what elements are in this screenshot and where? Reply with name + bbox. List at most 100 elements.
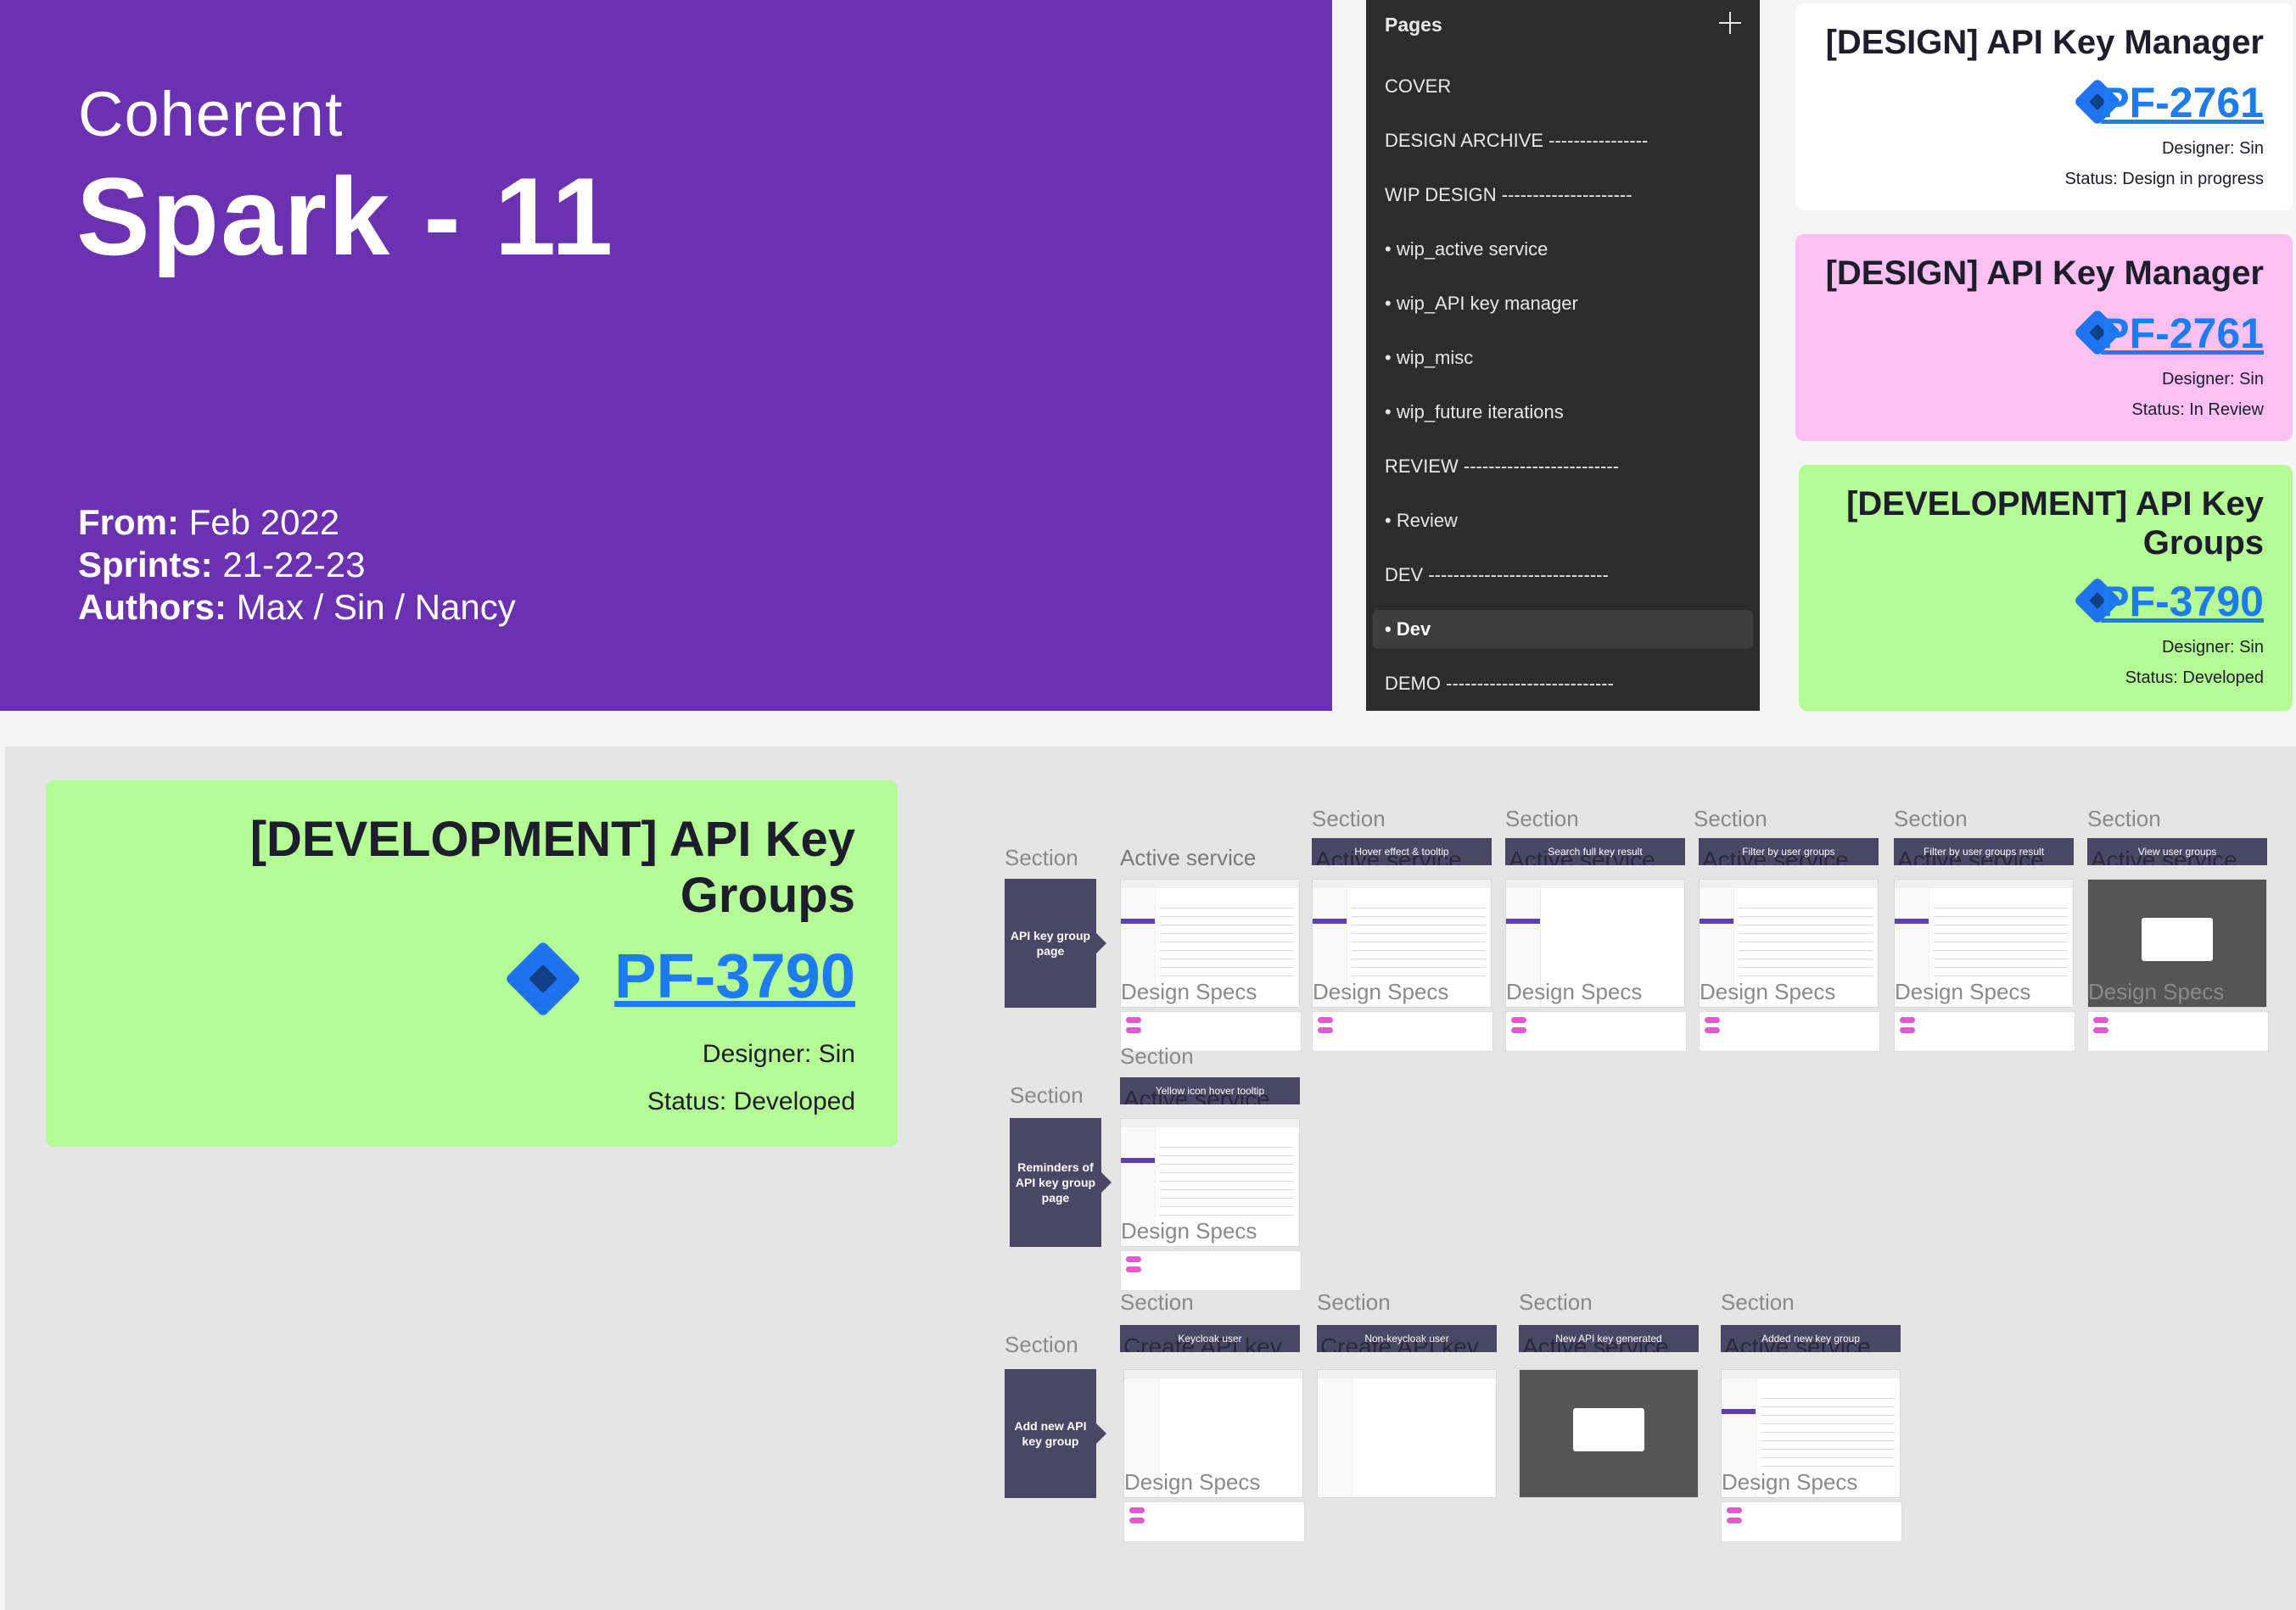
from-value: Feb 2022 <box>188 502 340 542</box>
cover-frame: Coherent Spark - 11 From: Feb 2022 Sprin… <box>0 0 1332 711</box>
pages-panel: Pages COVER DESIGN ARCHIVE -------------… <box>1366 0 1760 711</box>
section-label-add-new-api-key-group: Add new API key group <box>1005 1369 1106 1498</box>
status-text: Status: Developed <box>2125 668 2264 687</box>
frame-caption: Yellow icon hover tooltip <box>1155 1085 1265 1097</box>
frame-caption: Search full key result <box>1548 846 1643 858</box>
frame-title-active-service: Active service <box>1120 845 1257 870</box>
page-title: Spark - 11 <box>76 154 615 278</box>
frame-header: Active service Added new key group <box>1721 1325 1901 1352</box>
section-label: Section <box>1010 1082 1084 1108</box>
spec-note <box>1894 1011 2075 1052</box>
frame-yellow-icon-hover-tooltip[interactable]: Design Specs <box>1120 1118 1300 1247</box>
frame-header: Active service Yellow icon hover tooltip <box>1120 1077 1300 1104</box>
frame-caption: Added new key group <box>1761 1333 1861 1344</box>
page-item-review-header[interactable]: REVIEW ------------------------- <box>1373 447 1753 486</box>
from-line: From: Feb 2022 <box>78 502 339 543</box>
page-item-wip-active-service[interactable]: • wip_active service <box>1373 230 1753 269</box>
section-label-api-key-group-page: API key group page <box>1005 879 1106 1008</box>
frame-caption: Filter by user groups <box>1742 846 1835 858</box>
design-specs-label: Design Specs <box>2088 979 2225 1004</box>
spec-note <box>2087 1011 2269 1052</box>
section-label: Section <box>1694 806 1767 831</box>
pages-title: Pages <box>1385 14 1442 36</box>
frame-search-full-key-result[interactable]: Design Specs <box>1505 879 1685 1008</box>
big-status-card-developed: [DEVELOPMENT] API Key Groups PF-3790 Des… <box>46 780 898 1147</box>
big-designer-text: Designer: Sin <box>702 1040 855 1068</box>
authors-label: Authors: <box>78 587 227 627</box>
section-label: Section <box>1120 1043 1194 1069</box>
spec-note <box>1505 1011 1687 1052</box>
ticket-link[interactable]: PF-2761 <box>2101 309 2264 358</box>
frame-caption: Filter by user groups result <box>1923 846 2045 858</box>
frame-added-new-key-group[interactable]: Design Specs <box>1721 1369 1901 1498</box>
frame-caption: Non-keycloak user <box>1364 1333 1449 1344</box>
frame-header: Active service Search full key result <box>1505 838 1685 865</box>
designer-text: Designer: Sin <box>2161 638 2264 657</box>
section-label: Section <box>1894 806 1968 831</box>
design-canvas: [DEVELOPMENT] API Key Groups PF-3790 Des… <box>5 746 2296 1610</box>
frame-new-api-key-generated[interactable] <box>1519 1369 1699 1498</box>
frame-header: Active service Filter by user groups <box>1699 838 1879 865</box>
frame-header: Active service Hover effect & tooltip <box>1312 838 1492 865</box>
big-card-title-line2: Groups <box>680 868 855 923</box>
sprints-label: Sprints: <box>78 545 213 584</box>
designer-text: Designer: Sin <box>2161 370 2264 389</box>
page-item-cover[interactable]: COVER <box>1373 67 1753 106</box>
sprints-line: Sprints: 21-22-23 <box>78 545 365 585</box>
status-text: Status: Design in progress <box>2064 170 2264 188</box>
spec-note <box>1721 1501 1902 1542</box>
page-item-wip-api-key-manager[interactable]: • wip_API key manager <box>1373 284 1753 323</box>
ticket-link[interactable]: PF-2761 <box>2101 78 2264 127</box>
design-specs-label: Design Specs <box>1124 1469 1261 1495</box>
spec-note <box>1312 1011 1493 1052</box>
spec-note <box>1699 1011 1880 1052</box>
page-item-wip-future-iterations[interactable]: • wip_future iterations <box>1373 393 1753 432</box>
section-label: Section <box>2087 806 2161 831</box>
frame-non-keycloak-user[interactable] <box>1317 1369 1497 1498</box>
frame-filter-by-user-groups-result[interactable]: Design Specs <box>1894 879 2074 1008</box>
section-label: Section <box>1317 1289 1391 1315</box>
frame-header: Active service New API key generated <box>1519 1325 1699 1352</box>
design-specs-label: Design Specs <box>1313 979 1449 1004</box>
frame-view-user-groups[interactable]: Design Specs <box>2087 879 2267 1008</box>
frame-header: Create API key Non-keycloak user <box>1317 1325 1497 1352</box>
frame-header: Active service View user groups <box>2087 838 2267 865</box>
page-item-dev[interactable]: • Dev <box>1373 610 1753 649</box>
page-item-wip-misc[interactable]: • wip_misc <box>1373 338 1753 377</box>
section-label: Section <box>1312 806 1386 831</box>
design-specs-label: Design Specs <box>1700 979 1836 1004</box>
page-item-demo[interactable]: DEMO --------------------------- <box>1373 664 1753 703</box>
page-item-wip-design[interactable]: WIP DESIGN --------------------- <box>1373 176 1753 215</box>
frame-keycloak-user[interactable]: Design Specs <box>1123 1369 1303 1498</box>
add-page-icon[interactable] <box>1716 8 1744 37</box>
big-card-title-line1: [DEVELOPMENT] API Key <box>249 812 855 867</box>
section-label: Section <box>1005 845 1078 870</box>
frame-caption: Hover effect & tooltip <box>1354 846 1449 858</box>
ticket-link[interactable]: PF-3790 <box>2101 577 2264 626</box>
jira-icon <box>504 940 582 1018</box>
design-specs-label: Design Specs <box>1121 979 1257 1004</box>
status-card-developed: [DEVELOPMENT] API Key Groups PF-3790 Des… <box>1799 465 2293 711</box>
section-label: Section <box>1505 806 1579 831</box>
page-item-dev-header[interactable]: DEV ----------------------------- <box>1373 556 1753 595</box>
frame-caption: View user groups <box>2137 846 2217 858</box>
card-title-line1: [DEVELOPMENT] API Key <box>1846 485 2264 523</box>
spec-note <box>1123 1501 1305 1542</box>
spec-note <box>1120 1250 1302 1291</box>
authors-value: Max / Sin / Nancy <box>236 587 516 627</box>
big-ticket-link[interactable]: PF-3790 <box>614 940 855 1012</box>
sprints-value: 21-22-23 <box>222 545 366 584</box>
card-title: [DESIGN] API Key Manager <box>1825 24 2264 61</box>
design-specs-label: Design Specs <box>1121 1218 1257 1244</box>
frame-header: Active service Filter by user groups resu… <box>1894 838 2074 865</box>
design-specs-label: Design Specs <box>1722 1469 1858 1495</box>
authors-line: Authors: Max / Sin / Nancy <box>78 587 516 628</box>
design-specs-label: Design Specs <box>1506 979 1643 1004</box>
page-item-design-archive[interactable]: DESIGN ARCHIVE ---------------- <box>1373 121 1753 160</box>
frame-active-service[interactable]: Design Specs <box>1120 879 1300 1008</box>
frame-header: Create API key Keycloak user <box>1120 1325 1300 1352</box>
frame-filter-by-user-groups[interactable]: Design Specs <box>1699 879 1879 1008</box>
big-status-text: Status: Developed <box>647 1087 855 1115</box>
frame-hover-effect-tooltip[interactable]: Design Specs <box>1312 879 1492 1008</box>
page-item-review[interactable]: • Review <box>1373 501 1753 540</box>
